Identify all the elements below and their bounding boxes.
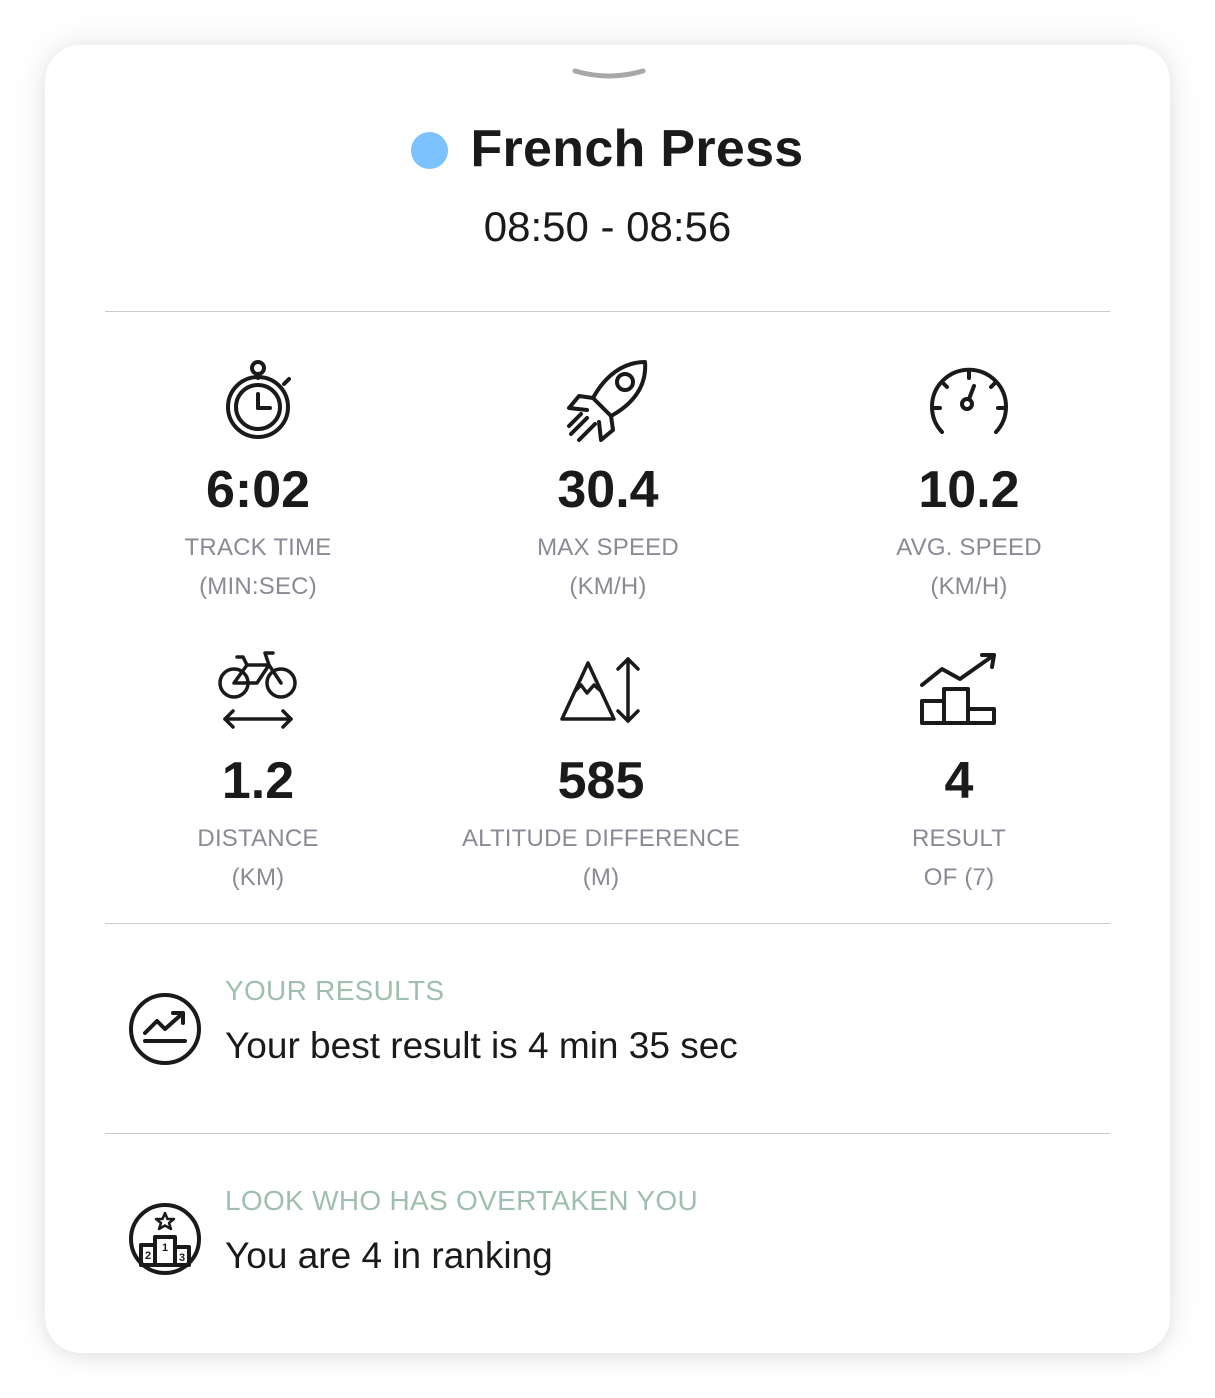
your-results-heading: YOUR RESULTS — [225, 975, 445, 1006]
rocket-icon — [567, 360, 648, 442]
podium-trend-icon — [920, 653, 996, 725]
collapse-handle-icon[interactable] — [572, 67, 646, 85]
distance-value: 1.2 — [221, 752, 295, 810]
track-time-unit: (MIN:SEC) — [199, 573, 317, 600]
track-time-value: 6:02 — [205, 461, 311, 519]
your-results-text: Your best result is 4 min 35 sec — [225, 1025, 738, 1066]
podium-circle-icon: 2 1 3 — [129, 1203, 201, 1275]
distance-label: DISTANCE — [197, 825, 319, 852]
avg-speed-label: AVG. SPEED — [896, 534, 1042, 561]
avg-speed-value: 10.2 — [918, 461, 1020, 519]
svg-text:1: 1 — [162, 1242, 168, 1254]
result-value: 4 — [944, 752, 974, 810]
stopwatch-icon — [226, 360, 291, 439]
stat-distance: 1.2 DISTANCE (KM) — [93, 649, 423, 897]
result-label: RESULT — [911, 825, 1007, 852]
overtaken-text: You are 4 in ranking — [225, 1235, 553, 1276]
max-speed-value: 30.4 — [557, 461, 659, 519]
session-color-dot — [411, 131, 449, 169]
distance-unit: (KM) — [231, 864, 285, 891]
altitude-label: ALTITUDE DIFFERENCE — [461, 825, 741, 852]
max-speed-label: MAX SPEED — [537, 534, 679, 561]
stat-max-speed: 30.4 MAX SPEED (KM/H) — [443, 358, 773, 606]
trend-circle-icon — [129, 993, 201, 1065]
stat-altitude: 585 ALTITUDE DIFFERENCE (M) — [436, 649, 766, 897]
svg-text:3: 3 — [179, 1252, 185, 1264]
divider-bottom — [105, 1133, 1110, 1134]
bike-distance-icon — [218, 651, 297, 729]
page-title: French Press — [470, 120, 804, 178]
stat-track-time: 6:02 TRACK TIME (MIN:SEC) — [93, 358, 423, 606]
stat-avg-speed: 10.2 AVG. SPEED (KM/H) — [804, 358, 1134, 606]
speedometer-icon — [930, 367, 1008, 434]
mountain-altitude-icon — [560, 657, 640, 723]
title-row: French Press — [45, 119, 1170, 179]
activity-card: French Press 08:50 - 08:56 6:02 TRACK TI… — [45, 45, 1170, 1353]
overtaken-heading: LOOK WHO HAS OVERTAKEN YOU — [225, 1185, 699, 1216]
stat-result: 4 RESULT OF (7) — [794, 649, 1124, 897]
time-range: 08:50 - 08:56 — [483, 203, 732, 250]
max-speed-unit: (KM/H) — [569, 573, 647, 600]
overtaken-section[interactable]: 2 1 3 LOOK WHO HAS OVERTAKEN YOU You are… — [127, 1185, 1087, 1295]
altitude-value: 585 — [557, 752, 645, 810]
altitude-unit: (M) — [582, 864, 620, 891]
divider-middle — [105, 923, 1110, 924]
track-time-label: TRACK TIME — [184, 534, 332, 561]
svg-text:2: 2 — [145, 1250, 151, 1262]
avg-speed-unit: (KM/H) — [930, 573, 1008, 600]
divider-top — [105, 311, 1110, 312]
your-results-section[interactable]: YOUR RESULTS Your best result is 4 min 3… — [127, 975, 1087, 1085]
result-unit: OF (7) — [923, 864, 995, 891]
